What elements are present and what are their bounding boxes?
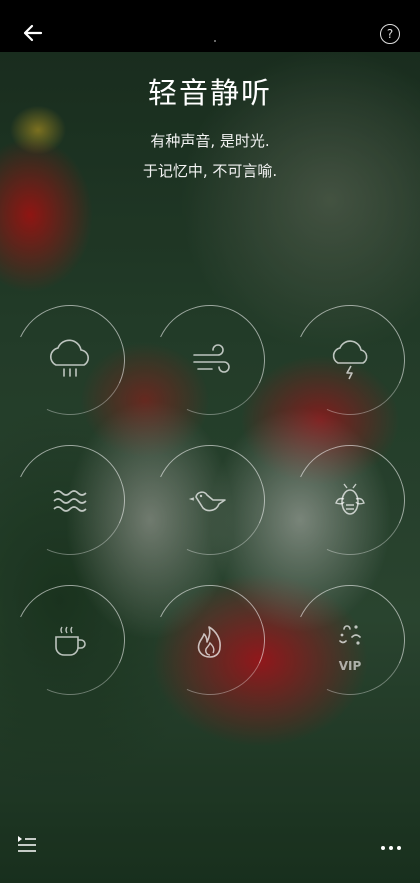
sound-coffee-button[interactable] [0,569,141,711]
sound-wind-button[interactable] [139,289,281,431]
rain-cloud-icon [50,339,89,377]
subtitle-line-1: 有种声音, 是时光. [150,132,270,150]
sound-thunder-button[interactable] [279,289,420,431]
subtitle-line-2: 于记忆中, 不可言喻. [142,162,278,180]
help-circle-icon: ? [386,27,394,41]
playlist-button[interactable] [16,834,38,854]
waves-icon [53,490,87,512]
sound-bird-button[interactable] [139,429,281,571]
thunderstorm-icon [332,340,368,380]
vip-badge: VIP [338,659,362,673]
help-button[interactable]: ? [380,24,400,44]
more-button[interactable] [380,838,402,850]
fire-icon [197,626,221,658]
sound-player-screen: ? 轻音静听 有种声音, 是时光. 于记忆中, 不可言喻. VIP [0,0,420,883]
playlist-icon [18,836,36,852]
sound-fire-button[interactable] [139,569,281,711]
page-title: 轻音静听 [147,76,272,110]
top-bar: ? [0,0,420,52]
status-dot [214,40,216,42]
sound-stars-button[interactable]: VIP [279,569,420,711]
cicada-icon [335,483,365,515]
sound-rain-button[interactable] [0,289,141,431]
sound-cicada-button[interactable] [279,429,420,571]
wind-icon [193,344,230,373]
more-dots-icon [381,846,401,850]
arrow-left-icon [23,24,43,42]
hot-coffee-icon [55,626,86,656]
back-button[interactable] [18,18,48,48]
bird-icon [188,491,226,512]
sound-waves-button[interactable] [0,429,141,571]
stars-icon [339,625,361,645]
